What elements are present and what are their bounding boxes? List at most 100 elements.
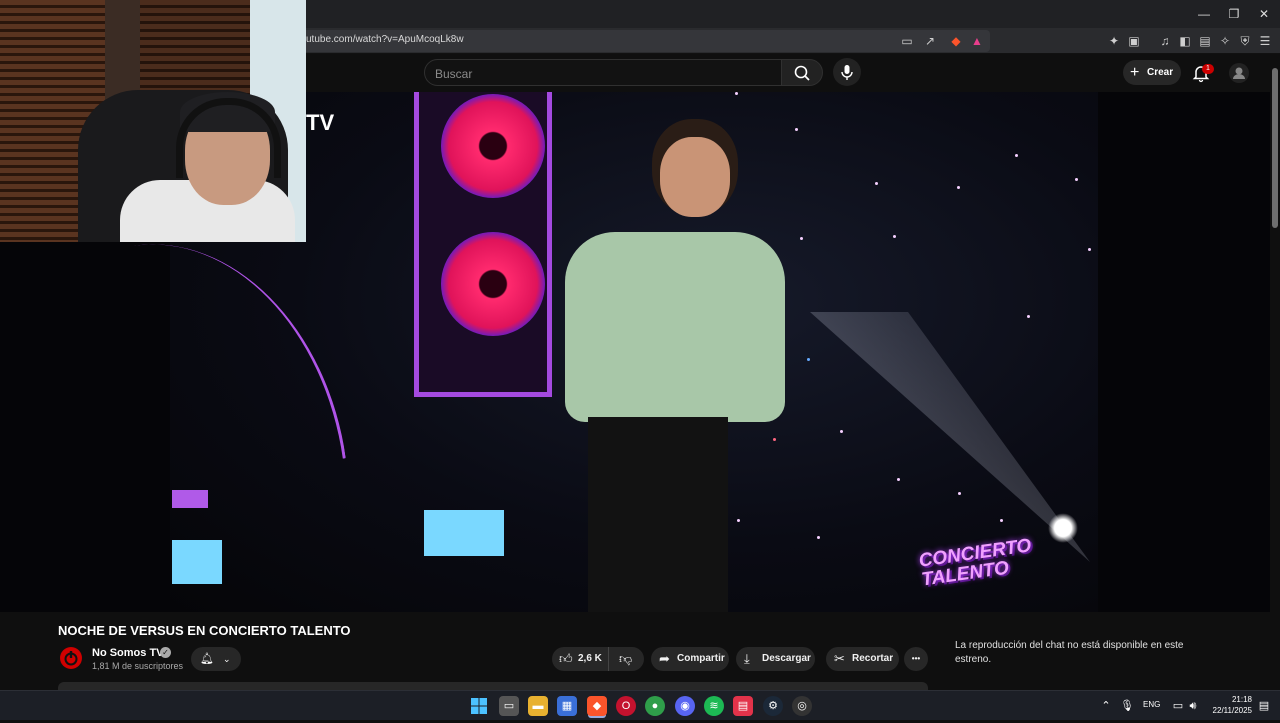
start-button[interactable] bbox=[469, 696, 489, 716]
speaker-panel bbox=[414, 92, 552, 397]
cast-icon[interactable]: ▭ bbox=[899, 33, 915, 49]
share-page-icon[interactable]: ↗ bbox=[922, 33, 938, 49]
plus-icon: + bbox=[1130, 64, 1140, 81]
clock-date[interactable]: 22/11/2025 bbox=[1208, 706, 1252, 715]
spotify-icon[interactable]: ≋ bbox=[704, 696, 724, 716]
brave-shield-icon[interactable]: ◆ bbox=[948, 33, 964, 49]
avatar-icon bbox=[1233, 67, 1245, 79]
channel-avatar[interactable] bbox=[60, 647, 82, 669]
star bbox=[1075, 178, 1078, 181]
share-button[interactable]: ➦ Compartir bbox=[651, 647, 729, 671]
star bbox=[735, 92, 738, 95]
download-icon: ⤓ bbox=[744, 651, 750, 666]
create-label: Crear bbox=[1147, 67, 1174, 78]
file-explorer-icon[interactable]: ▬ bbox=[528, 696, 548, 716]
chrome-icon[interactable]: ● bbox=[645, 696, 665, 716]
task-view-icon[interactable]: ▭ bbox=[499, 696, 519, 716]
account-avatar[interactable] bbox=[1229, 63, 1249, 83]
windows-taskbar: ▭ ▬ ▦ ◆ O ● ◉ ≋ ▤ ⚙ ◎ ⌃ 🎙︎ ENG ▭ 🔊︎ 21:1… bbox=[0, 690, 1280, 720]
performer-sweater bbox=[565, 232, 785, 422]
sidebar-icon[interactable]: ◧ bbox=[1177, 33, 1193, 49]
obs-icon[interactable]: ◎ bbox=[792, 696, 812, 716]
address-bar[interactable]: utube.com/watch?v=ApuMcoqLk8w ▭ ↗ ◆ ▲ bbox=[296, 30, 990, 52]
microphone-icon bbox=[841, 65, 853, 80]
discord-icon[interactable]: ◉ bbox=[675, 696, 695, 716]
brave-rewards-icon[interactable]: ▲ bbox=[969, 33, 985, 49]
video-watermark-text: TV bbox=[306, 110, 335, 135]
thumbs-up-icon: 👍︎ bbox=[559, 651, 573, 666]
star bbox=[840, 430, 843, 433]
like-button[interactable]: 👍︎ 2,6 K bbox=[552, 647, 608, 671]
star bbox=[807, 358, 810, 361]
webcam-overlay bbox=[0, 0, 306, 242]
notification-badge: 1 bbox=[1202, 64, 1214, 74]
search-button[interactable] bbox=[781, 59, 823, 86]
concierto-talento-logo: CONCIERTO TALENTO bbox=[917, 532, 1063, 595]
clock-time[interactable]: 21:18 bbox=[1228, 695, 1252, 704]
star bbox=[875, 182, 878, 185]
music-icon[interactable]: ♫ bbox=[1157, 33, 1173, 49]
star bbox=[1027, 315, 1030, 318]
steam-icon[interactable]: ⚙ bbox=[763, 696, 783, 716]
microphone-tray-icon[interactable]: 🎙︎ bbox=[1117, 696, 1137, 716]
share-label: Compartir bbox=[677, 653, 725, 664]
thumbs-down-icon: 👎︎ bbox=[619, 651, 633, 666]
bell-outline-icon: 🔔︎ bbox=[200, 653, 214, 665]
download-button[interactable]: ⤓ Descargar bbox=[736, 647, 815, 671]
chevron-down-icon: ⌄ bbox=[223, 654, 231, 664]
scissors-icon: ✂ bbox=[834, 651, 845, 666]
close-button[interactable]: ✕ bbox=[1250, 4, 1278, 24]
search-icon bbox=[794, 65, 810, 81]
subscriber-count: 1,81 M de suscriptores bbox=[92, 661, 184, 671]
video-frame: CONCIERTO TALENTO bbox=[134, 92, 1098, 612]
star bbox=[958, 492, 961, 495]
video-title: NOCHE DE VERSUS EN CONCIERTO TALENTO bbox=[58, 623, 351, 638]
verified-icon: ✓ bbox=[160, 647, 171, 658]
wallet-icon[interactable]: ▣ bbox=[1126, 33, 1142, 49]
notification-center-icon[interactable]: ▤ bbox=[1254, 696, 1274, 716]
subscription-bell-button[interactable]: 🔔︎ ⌄ bbox=[191, 647, 241, 671]
opera-icon[interactable]: O bbox=[616, 696, 636, 716]
star bbox=[795, 128, 798, 131]
menu-icon[interactable]: ☰ bbox=[1257, 33, 1273, 49]
url-text: utube.com/watch?v=ApuMcoqLk8w bbox=[306, 34, 464, 45]
download-label: Descargar bbox=[762, 653, 811, 664]
star bbox=[737, 519, 740, 522]
star bbox=[1088, 248, 1091, 251]
power-logo-icon bbox=[61, 648, 81, 668]
create-button[interactable]: + Crear bbox=[1123, 60, 1181, 85]
description-box[interactable] bbox=[58, 682, 928, 690]
volume-icon[interactable]: 🔊︎ bbox=[1183, 696, 1203, 716]
scrollbar-thumb[interactable] bbox=[1272, 68, 1278, 228]
performer-head bbox=[660, 137, 730, 217]
channel-name[interactable]: No Somos TV bbox=[92, 647, 164, 659]
brave-browser-icon[interactable]: ◆ bbox=[587, 696, 607, 716]
like-count: 2,6 K bbox=[578, 653, 602, 664]
tray-expand-icon[interactable]: ⌃ bbox=[1096, 696, 1116, 716]
star bbox=[1000, 519, 1003, 522]
app-icon[interactable]: ▤ bbox=[733, 696, 753, 716]
speaker-bottom bbox=[441, 232, 545, 336]
share-arrow-icon: ➦ bbox=[659, 651, 670, 666]
windows-logo-icon bbox=[471, 698, 487, 714]
star bbox=[957, 186, 960, 189]
wallet2-icon[interactable]: ▤ bbox=[1197, 33, 1213, 49]
input-language[interactable]: ENG bbox=[1143, 700, 1160, 709]
clip-button[interactable]: ✂ Recortar bbox=[826, 647, 899, 671]
pixel-block bbox=[172, 490, 208, 508]
store-icon[interactable]: ▦ bbox=[557, 696, 577, 716]
webcam-window-shutter bbox=[140, 0, 250, 100]
maximize-button[interactable]: ❐ bbox=[1220, 4, 1248, 24]
search-box[interactable] bbox=[424, 59, 782, 86]
more-actions-button[interactable]: ••• bbox=[904, 647, 928, 671]
vpn-icon[interactable]: ⛨ bbox=[1237, 33, 1253, 49]
star bbox=[1015, 154, 1018, 157]
search-input[interactable] bbox=[435, 65, 765, 82]
dislike-button[interactable]: 👎︎ bbox=[608, 647, 644, 671]
star bbox=[893, 235, 896, 238]
extensions-icon[interactable]: ✦ bbox=[1106, 33, 1122, 49]
clip-label: Recortar bbox=[852, 653, 894, 664]
leo-ai-icon[interactable]: ✧ bbox=[1217, 33, 1233, 49]
voice-search-button[interactable] bbox=[833, 58, 861, 86]
minimize-button[interactable]: — bbox=[1190, 4, 1218, 24]
